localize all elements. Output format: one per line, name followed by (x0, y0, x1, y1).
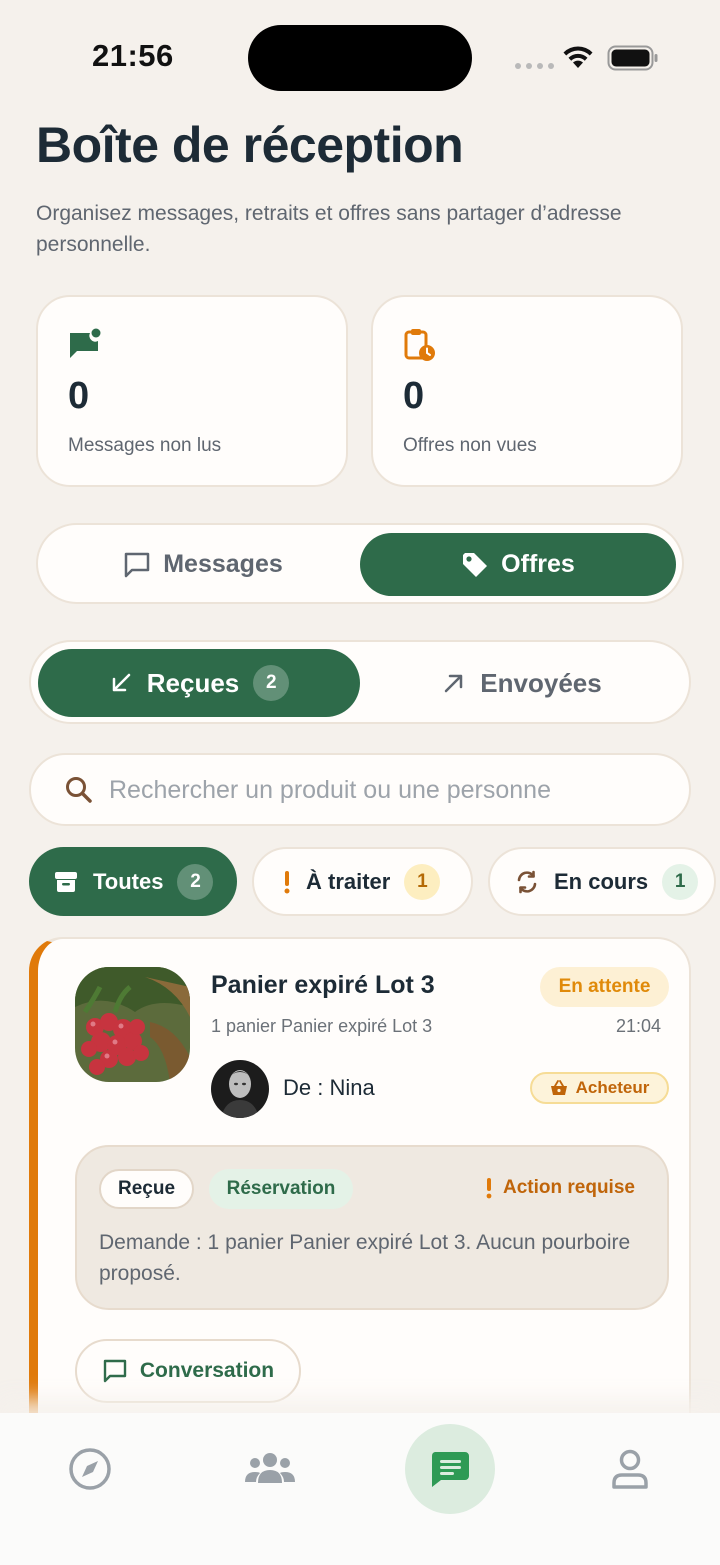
filter-all-label: Toutes (93, 868, 164, 894)
filter-in-progress-count: 1 (662, 863, 699, 900)
exclamation-icon (486, 1178, 492, 1199)
product-image (75, 967, 190, 1082)
action-required-label: Action requise (503, 1177, 635, 1198)
tab-received-label: Reçues (146, 667, 240, 698)
offer-title: Panier expiré Lot 3 (211, 971, 435, 999)
battery-icon (607, 45, 658, 71)
unread-messages-count: 0 (68, 375, 90, 417)
main-tabs: Messages Offres (36, 523, 684, 604)
unseen-offers-card[interactable]: 0 Offres non vues (371, 295, 683, 487)
status-badge: En attente (540, 967, 669, 1007)
cellular-signal-icon (515, 63, 554, 69)
unread-messages-card[interactable]: 0 Messages non lus (36, 295, 348, 487)
tab-received[interactable]: Reçues 2 (38, 649, 360, 717)
tab-sent[interactable]: Envoyées (361, 649, 683, 717)
tab-messages-label: Messages (163, 550, 283, 578)
reservation-tag: Réservation (209, 1169, 353, 1209)
offer-details-text: Demande : 1 panier Panier expiré Lot 3. … (99, 1231, 631, 1285)
chat-bubble-outline-icon (103, 1359, 127, 1383)
tab-community[interactable] (225, 1424, 315, 1514)
clipboard-clock-icon (404, 329, 435, 361)
tab-explore[interactable] (45, 1424, 135, 1514)
filter-in-progress-label: En cours (554, 868, 649, 894)
unseen-offers-label: Offres non vues (403, 435, 537, 456)
filter-to-process[interactable]: À traiter 1 (252, 847, 473, 916)
search-input[interactable] (109, 769, 669, 811)
role-label: Acheteur (575, 1078, 650, 1097)
received-count-badge: 2 (253, 665, 290, 701)
dynamic-island (248, 25, 472, 91)
tab-profile[interactable] (585, 1424, 675, 1514)
page-subtitle: Organisez messages, retraits et offres s… (36, 202, 622, 256)
unread-messages-label: Messages non lus (68, 435, 222, 456)
filter-to-process-label: À traiter (306, 868, 391, 894)
sync-icon (517, 870, 537, 893)
exclamation-icon (284, 870, 290, 893)
tab-inbox[interactable] (405, 1424, 495, 1514)
tab-sent-label: Envoyées (480, 667, 602, 698)
offer-details-box: Reçue Réservation Action requise Demande… (75, 1145, 669, 1310)
chat-bubble-outline-icon (124, 552, 150, 577)
filter-to-process-count: 1 (404, 863, 441, 900)
received-tag: Reçue (99, 1169, 194, 1209)
conversation-button-label: Conversation (139, 1359, 275, 1382)
filter-all-count: 2 (177, 863, 214, 900)
archive-box-icon (55, 871, 77, 892)
offer-time: 21:04 (616, 1016, 662, 1036)
avatar (211, 1060, 269, 1118)
compass-icon (69, 1448, 111, 1490)
tab-offers[interactable]: Offres (360, 533, 676, 596)
tab-offers-label: Offres (501, 550, 575, 578)
offer-card[interactable]: Panier expiré Lot 3 En attente 1 panier … (29, 937, 691, 1457)
conversation-button[interactable]: Conversation (75, 1339, 301, 1403)
message-badge-icon (70, 328, 101, 358)
direction-tabs: Reçues 2 Envoyées (29, 640, 691, 724)
search-bar (29, 753, 691, 826)
unseen-offers-count: 0 (403, 375, 425, 417)
basket-icon (550, 1080, 567, 1095)
search-icon (66, 777, 92, 803)
filter-all[interactable]: Toutes 2 (29, 847, 237, 916)
wifi-icon (563, 46, 593, 68)
page-title: Boîte de réception (36, 117, 464, 173)
action-required: Action requise (485, 1177, 635, 1199)
status-time: 21:56 (92, 38, 174, 73)
tag-icon (463, 552, 488, 577)
people-icon (245, 1453, 295, 1483)
tab-messages[interactable]: Messages (46, 533, 360, 596)
arrow-up-right-icon (445, 674, 463, 693)
filter-in-progress[interactable]: En cours 1 (488, 847, 716, 916)
offer-subtitle: 1 panier Panier expiré Lot 3 (211, 1016, 433, 1036)
arrow-down-left-icon (112, 673, 130, 692)
role-badge: Acheteur (530, 1072, 669, 1104)
profile-icon (612, 1449, 648, 1489)
sender-name: De : Nina (283, 1075, 375, 1100)
chat-icon (431, 1452, 469, 1487)
